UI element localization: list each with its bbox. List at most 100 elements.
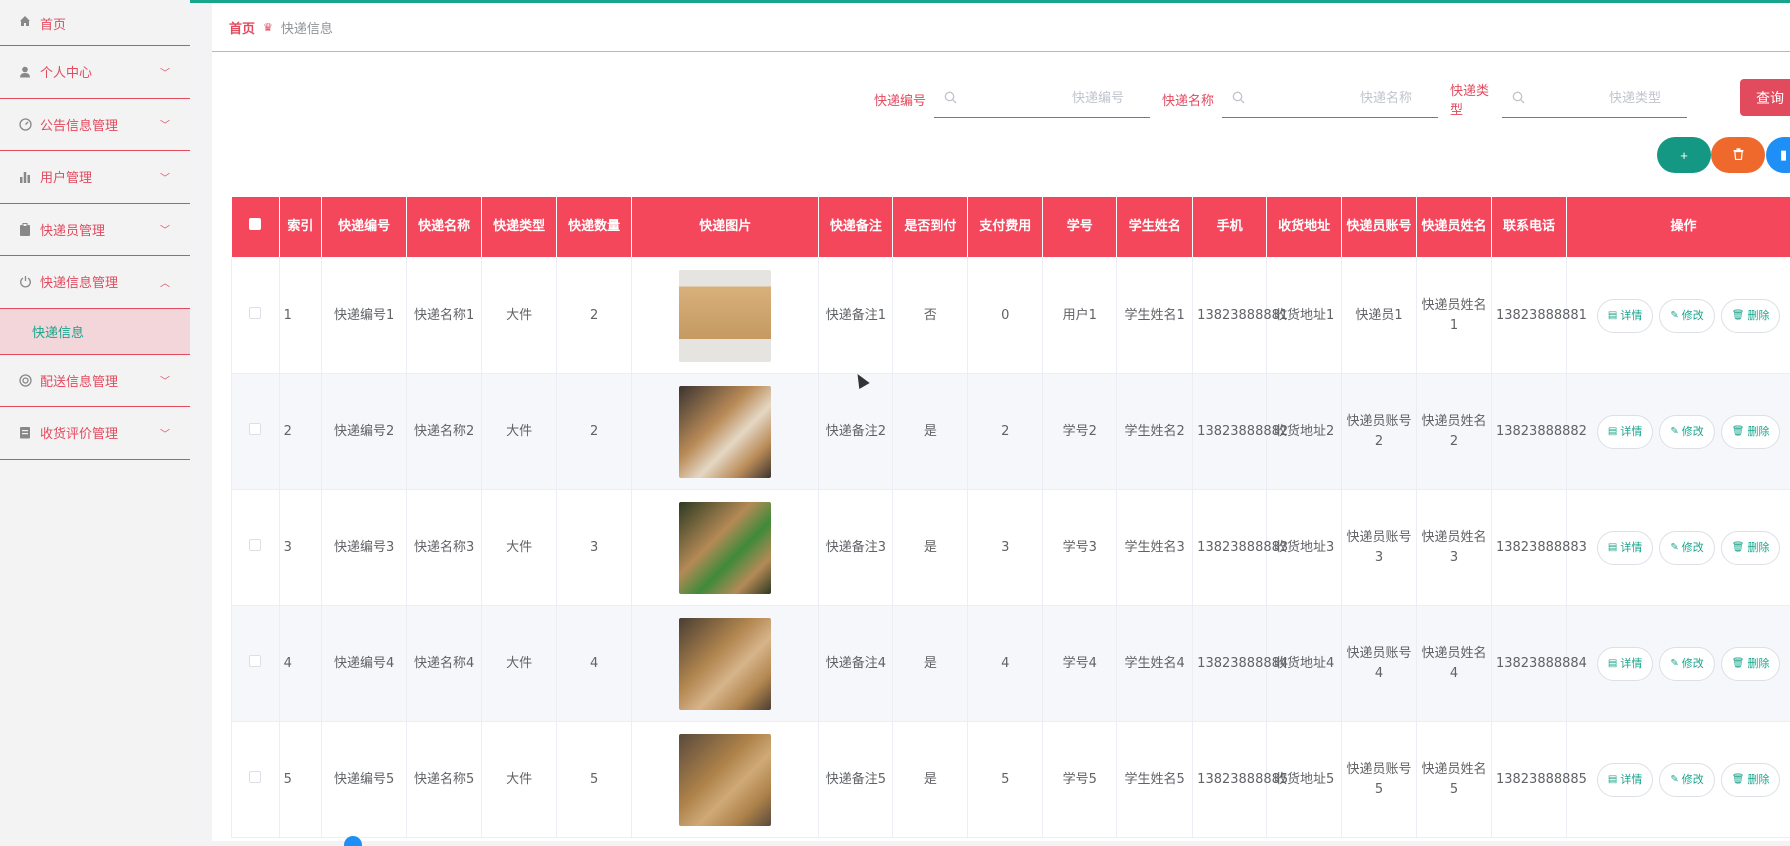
row-checkbox[interactable] bbox=[249, 539, 261, 551]
table-cell: 快递编号2 bbox=[322, 374, 407, 490]
breadcrumb-current: 快递信息 bbox=[281, 18, 333, 37]
express-image-cell bbox=[632, 374, 819, 490]
table-cell: 4 bbox=[279, 606, 322, 722]
package-photo[interactable] bbox=[679, 618, 771, 710]
sidebar-item-home[interactable]: 首页 bbox=[0, 0, 190, 46]
table-cell: 快递员1 bbox=[1342, 258, 1417, 374]
row-checkbox[interactable] bbox=[249, 655, 261, 667]
table-cell: 2 bbox=[557, 258, 632, 374]
table-cell: 收货地址4 bbox=[1267, 606, 1342, 722]
table-row[interactable]: 2快递编号2快递名称2大件2快递备注2是2学号2学生姓名213823888882… bbox=[232, 374, 1790, 490]
action-label: 详情 bbox=[1620, 306, 1642, 326]
row-checkbox[interactable] bbox=[249, 307, 261, 319]
sidebar-item-courier[interactable]: 快递员管理 ﹀ bbox=[0, 204, 190, 257]
table-row[interactable]: 5快递编号5快递名称5大件5快递备注5是5学号5学生姓名513823888885… bbox=[232, 722, 1790, 838]
package-photo[interactable] bbox=[679, 502, 771, 594]
row-checkbox[interactable] bbox=[249, 423, 261, 435]
table-row[interactable]: 4快递编号4快递名称4大件4快递备注4是4学号4学生姓名413823888884… bbox=[232, 606, 1790, 722]
table-cell: 大件 bbox=[482, 490, 557, 606]
table-row[interactable]: 1快递编号1快递名称1大件2快递备注1否0用户1学生姓名113823888881… bbox=[232, 258, 1790, 374]
breadcrumb-home[interactable]: 首页 bbox=[229, 18, 255, 37]
table-cell: 4 bbox=[557, 606, 632, 722]
table-row[interactable]: 3快递编号3快递名称3大件3快递备注3是3学号3学生姓名313823888883… bbox=[232, 490, 1790, 606]
delete-button[interactable]: 🗑删除 bbox=[1721, 647, 1781, 681]
edit-button[interactable]: ✎修改 bbox=[1659, 647, 1714, 681]
express-table: 索引 快递编号 快递名称 快递类型 快递数量 快递图片 快递备注 是否到付 支付… bbox=[231, 196, 1790, 841]
add-button[interactable]: + bbox=[1657, 137, 1711, 173]
table-cell: 收货地址1 bbox=[1267, 258, 1342, 374]
column-header: 学号 bbox=[1043, 197, 1117, 258]
column-header: 索引 bbox=[279, 197, 322, 258]
package-photo[interactable] bbox=[679, 270, 771, 362]
detail-button[interactable]: ▤详情 bbox=[1597, 647, 1653, 681]
sidebar-item-label: 首页 bbox=[40, 14, 66, 33]
detail-button[interactable]: ▤详情 bbox=[1597, 415, 1653, 449]
column-header: 快递编号 bbox=[322, 197, 407, 258]
action-label: 修改 bbox=[1682, 654, 1704, 674]
table-cell: 13823888885 bbox=[1491, 722, 1566, 838]
edit-button[interactable]: ✎修改 bbox=[1659, 763, 1714, 797]
edit-icon: ✎ bbox=[1670, 770, 1678, 790]
column-header: 快递备注 bbox=[819, 197, 893, 258]
select-all-cell[interactable] bbox=[232, 197, 280, 258]
gauge-icon bbox=[18, 117, 32, 131]
table-cell: 快递员账号5 bbox=[1342, 722, 1417, 838]
table-cell: 快递名称2 bbox=[407, 374, 482, 490]
column-header: 收货地址 bbox=[1267, 197, 1342, 258]
delete-button[interactable]: 🗑删除 bbox=[1721, 763, 1781, 797]
table-cell: 学生姓名5 bbox=[1117, 722, 1193, 838]
table-cell: 13823888883 bbox=[1193, 490, 1267, 606]
express-image-cell bbox=[632, 258, 819, 374]
sidebar-item-express[interactable]: 快递信息管理 ︿ bbox=[0, 256, 190, 309]
detail-icon: ▤ bbox=[1608, 422, 1617, 442]
table-cell: 快递员账号4 bbox=[1342, 606, 1417, 722]
package-photo[interactable] bbox=[679, 386, 771, 478]
column-header: 快递员账号 bbox=[1342, 197, 1417, 258]
table-cell: 4 bbox=[968, 606, 1043, 722]
action-label: 修改 bbox=[1682, 538, 1704, 558]
search-field-express-no: 快递编号 bbox=[874, 79, 1150, 119]
delete-button[interactable]: 🗑删除 bbox=[1721, 415, 1781, 449]
table-cell: 快递员姓名5 bbox=[1417, 722, 1492, 838]
select-all-checkbox[interactable] bbox=[249, 218, 261, 230]
delete-button[interactable]: 🗑删除 bbox=[1721, 531, 1781, 565]
table-cell: 13823888881 bbox=[1491, 258, 1566, 374]
package-photo[interactable] bbox=[679, 734, 771, 826]
express-name-input[interactable] bbox=[1222, 80, 1438, 117]
table-cell: 收货地址5 bbox=[1267, 722, 1342, 838]
sidebar-item-users[interactable]: 用户管理 ﹀ bbox=[0, 151, 190, 204]
table-cell: 3 bbox=[557, 490, 632, 606]
bar-chart-icon bbox=[18, 170, 32, 184]
batch-delete-button[interactable] bbox=[1711, 137, 1765, 173]
detail-button[interactable]: ▤详情 bbox=[1597, 299, 1653, 333]
row-checkbox[interactable] bbox=[249, 771, 261, 783]
sidebar-subitem-express-info[interactable]: 快递信息 bbox=[0, 309, 190, 355]
detail-button[interactable]: ▤详情 bbox=[1597, 763, 1653, 797]
home-icon bbox=[18, 14, 32, 28]
edit-button[interactable]: ✎修改 bbox=[1659, 299, 1714, 333]
query-button[interactable]: 查询 bbox=[1740, 79, 1790, 116]
column-header: 快递图片 bbox=[632, 197, 819, 258]
edit-icon: ✎ bbox=[1670, 422, 1678, 442]
column-header: 手机 bbox=[1193, 197, 1267, 258]
express-no-input[interactable] bbox=[934, 80, 1150, 117]
action-label: 修改 bbox=[1682, 770, 1704, 790]
detail-button[interactable]: ▤详情 bbox=[1597, 531, 1653, 565]
table-cell: 否 bbox=[893, 258, 968, 374]
express-type-input[interactable] bbox=[1502, 80, 1687, 117]
table-cell: 13823888884 bbox=[1491, 606, 1566, 722]
table-cell: 快递员姓名2 bbox=[1417, 374, 1492, 490]
table-cell: 学号4 bbox=[1043, 606, 1117, 722]
table-cell: 5 bbox=[968, 722, 1043, 838]
sidebar-item-label: 快递员管理 bbox=[40, 220, 105, 239]
search-label: 快递类型 bbox=[1450, 80, 1494, 118]
edit-button[interactable]: ✎修改 bbox=[1659, 531, 1714, 565]
table-cell: 快递编号5 bbox=[322, 722, 407, 838]
sidebar-item-delivery[interactable]: 配送信息管理 ﹀ bbox=[0, 355, 190, 408]
edit-button[interactable]: ✎修改 bbox=[1659, 415, 1714, 449]
sidebar-item-review[interactable]: 收货评价管理 ﹀ bbox=[0, 407, 190, 460]
table-cell: 13823888883 bbox=[1491, 490, 1566, 606]
sidebar-item-label: 快递信息管理 bbox=[40, 272, 118, 291]
delete-button[interactable]: 🗑删除 bbox=[1721, 299, 1781, 333]
row-select-cell bbox=[232, 490, 280, 606]
